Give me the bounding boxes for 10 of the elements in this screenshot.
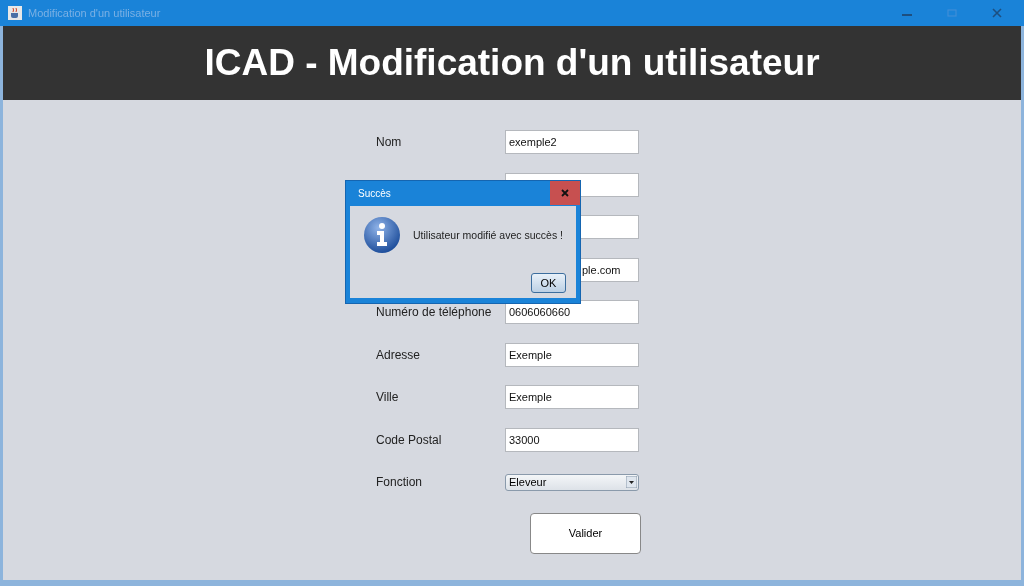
window-title: Modification d'un utilisateur	[28, 7, 161, 19]
dialog-title: Succès	[358, 188, 391, 199]
field-label: Code Postal	[376, 432, 443, 447]
dialog-message: Utilisateur modifié avec succès !	[413, 229, 563, 241]
field-label: Nom	[376, 135, 403, 149]
field-label: Numéro de téléphone	[376, 305, 493, 319]
field-label: Adresse	[376, 347, 422, 362]
field-label: Fonction	[376, 475, 424, 489]
field-label: Ville	[376, 390, 400, 404]
page-title: ICAD - Modification d'un utilisateur	[204, 42, 820, 84]
